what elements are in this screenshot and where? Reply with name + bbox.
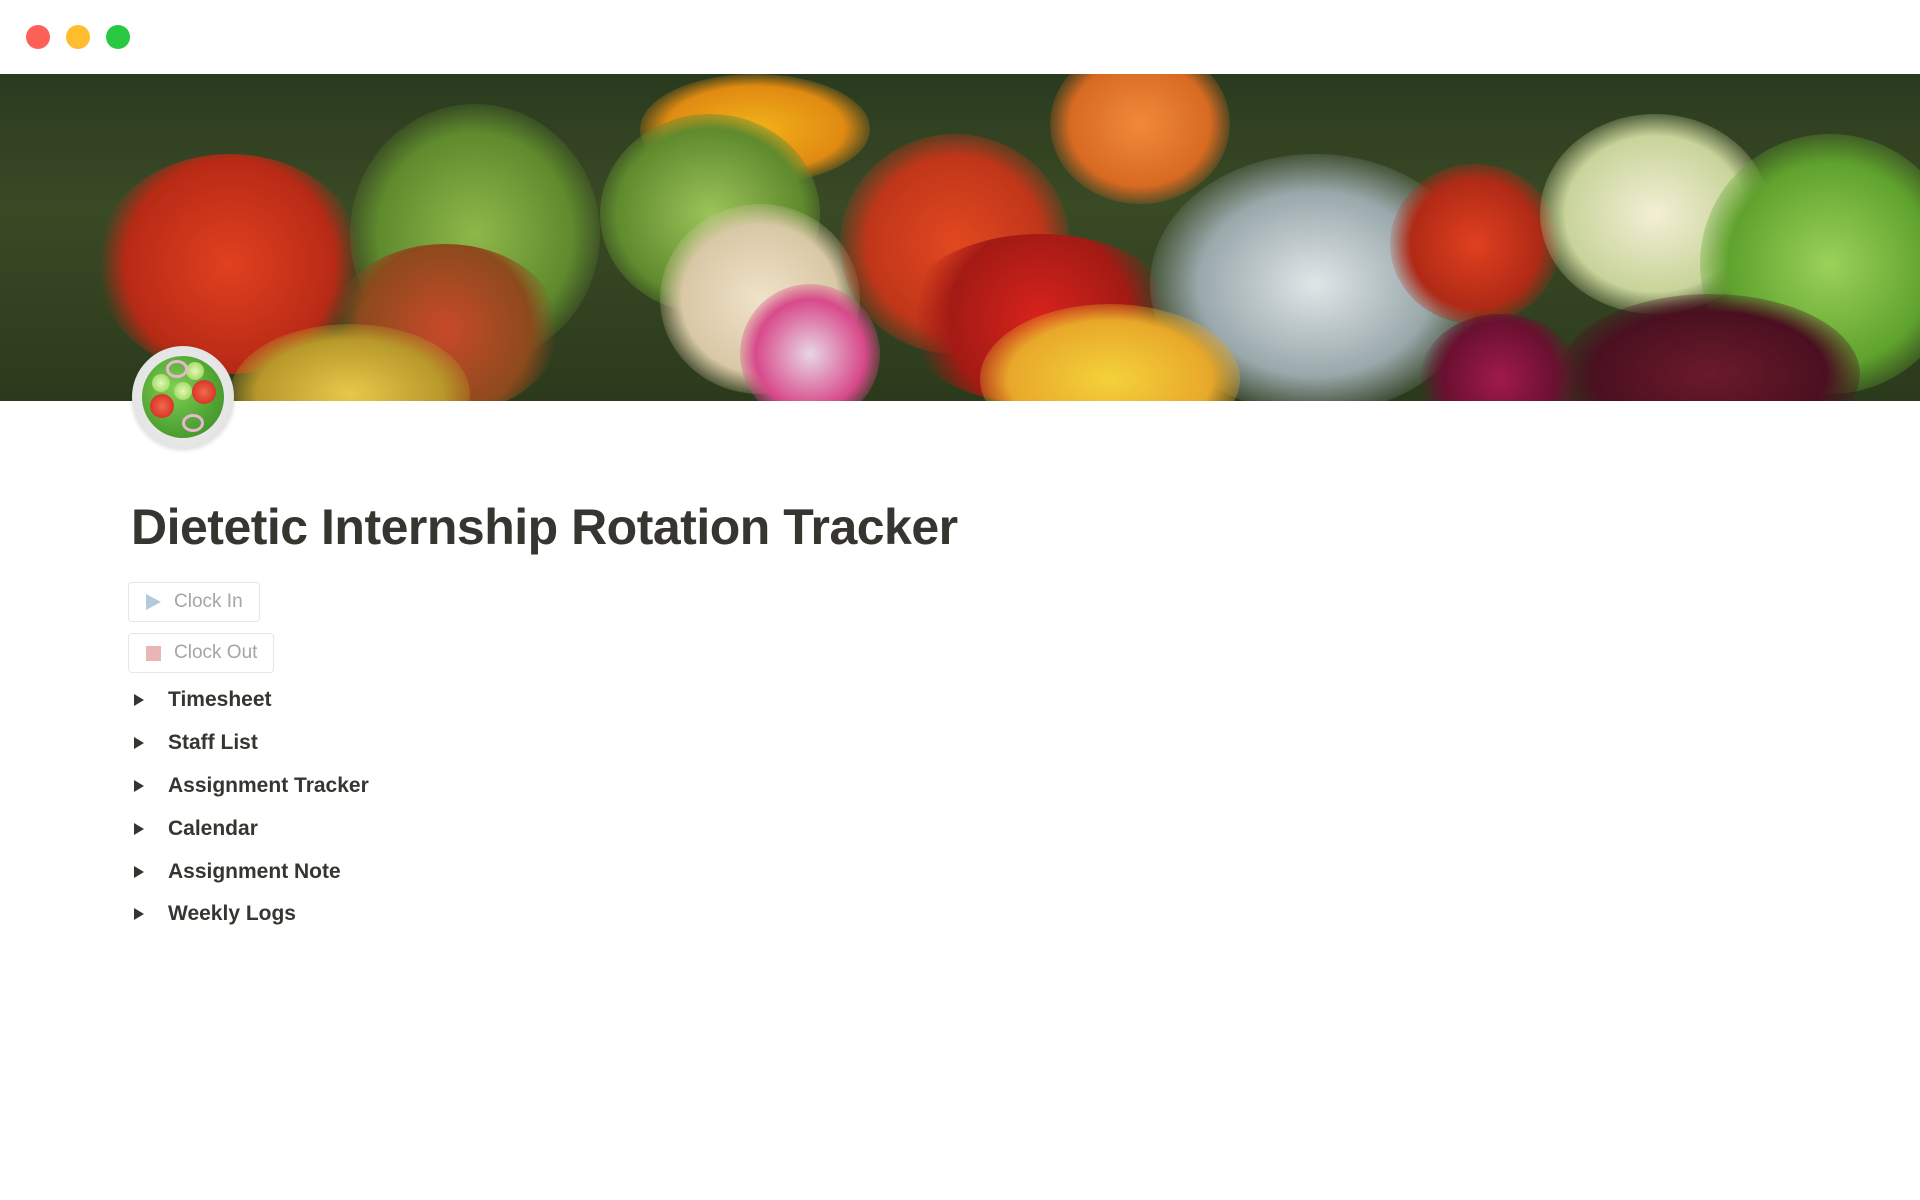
window-titlebar [0,0,1920,74]
page-title: Dietetic Internship Rotation Tracker [131,499,958,555]
toggle-calendar[interactable]: Calendar [134,813,258,845]
triangle-right-icon[interactable] [134,823,144,835]
toggle-timesheet[interactable]: Timesheet [134,684,272,716]
stop-icon [146,645,161,661]
page-icon-salad[interactable] [132,346,234,448]
clock-out-button[interactable]: Clock Out [128,633,275,673]
triangle-right-icon[interactable] [134,780,144,792]
toggle-label: Timesheet [168,688,272,711]
triangle-right-icon[interactable] [134,694,144,706]
triangle-right-icon[interactable] [134,866,144,878]
toggle-label: Staff List [168,731,258,754]
maximize-window-button[interactable] [106,25,130,49]
toggle-staff-list[interactable]: Staff List [134,727,258,759]
triangle-right-icon[interactable] [134,908,144,920]
cover-image [0,74,1920,401]
salad-icon [142,356,224,438]
toggle-assignment-note[interactable]: Assignment Note [134,856,341,888]
toggle-assignment-tracker[interactable]: Assignment Tracker [134,770,369,802]
close-window-button[interactable] [26,25,50,49]
toggle-label: Assignment Tracker [168,774,369,797]
play-icon [146,594,161,610]
clock-in-button[interactable]: Clock In [128,582,260,622]
toggle-weekly-logs[interactable]: Weekly Logs [134,898,296,930]
toggle-label: Weekly Logs [168,902,296,925]
minimize-window-button[interactable] [66,25,90,49]
clock-in-label: Clock In [174,591,243,612]
clock-out-label: Clock Out [174,642,258,663]
toggle-label: Calendar [168,817,258,840]
toggle-label: Assignment Note [168,860,341,883]
triangle-right-icon[interactable] [134,737,144,749]
